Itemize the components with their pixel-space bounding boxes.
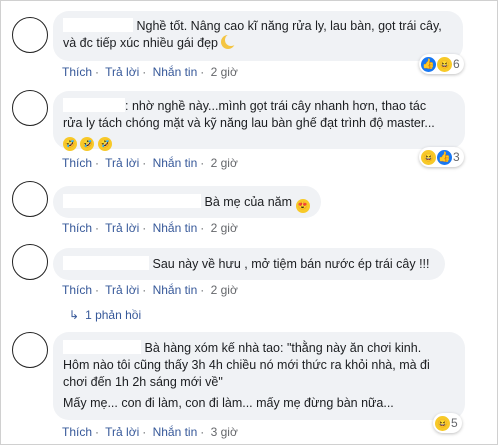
message-button[interactable]: Nhắn tin (153, 221, 198, 235)
reply-arrow-icon: ↳ (69, 308, 80, 322)
emoji-row: 🤣 🤣 🤣 (63, 132, 455, 151)
comment-bubble: Sau này về hưu , mở tiệm bán nước ép trá… (53, 248, 445, 280)
like-icon: 👍 (421, 56, 436, 72)
message-button[interactable]: Nhắn tin (153, 156, 198, 170)
like-button[interactable]: Thích (62, 283, 92, 297)
redacted-author-name (63, 194, 201, 208)
comment-thread: Nghề tốt. Nâng cao kĩ năng rửa ly, lau b… (0, 0, 498, 445)
timestamp[interactable]: 2 giờ (211, 283, 238, 297)
comment-text: chơi đến 1h 2h sáng mới về" (63, 375, 223, 389)
haha-icon: 😆 (421, 149, 436, 165)
message-button[interactable]: Nhắn tin (153, 65, 198, 79)
message-button[interactable]: Nhắn tin (153, 283, 198, 297)
rofl-emoji-icon: 🤣 (97, 137, 112, 151)
replies-count: 1 phản hồi (85, 308, 142, 322)
comment-text: và đc tiếp xúc nhiều gái đẹp (63, 36, 218, 50)
comment-text: Mấy mẹ... con đi làm, con đi làm... mấy … (63, 396, 394, 410)
message-button[interactable]: Nhắn tin (153, 425, 198, 439)
haha-icon: 😆 (435, 415, 450, 431)
like-icon: 👍 (437, 149, 452, 165)
comment-text: Sau này về hưu , mở tiệm bán nước ép trá… (152, 257, 430, 271)
comment-text: Bà mẹ của năm (204, 195, 293, 209)
comment-text: Hôm nào tôi cũng thấy 3h 4h chiều nó mới… (63, 358, 430, 372)
reply-button[interactable]: Trả lời (105, 425, 139, 439)
avatar[interactable] (12, 332, 48, 368)
reaction-count: 3 (453, 150, 460, 164)
haha-icon: 😆 (437, 56, 452, 72)
reaction-count: 6 (453, 57, 460, 71)
timestamp[interactable]: 2 giờ (211, 221, 238, 235)
timestamp[interactable]: 2 giờ (211, 65, 238, 79)
comment-actions: Thích · Trả lời · Nhắn tin · 3 giờ (62, 425, 238, 439)
rofl-emoji-icon: 🤣 (63, 137, 77, 151)
redacted-author-name (63, 18, 133, 32)
reply-button[interactable]: Trả lời (105, 65, 139, 79)
comment-bubble: Bà hàng xóm kế nhà tao: "thằng này ăn ch… (53, 332, 465, 420)
reply-button[interactable]: Trả lời (105, 156, 139, 170)
reaction-summary[interactable]: 😆 5 (433, 413, 462, 433)
comment-bubble: Bà mẹ của năm 😍 (53, 186, 321, 218)
comment-actions: Thích · Trả lời · Nhắn tin · 2 giờ (62, 65, 238, 79)
heart-eyes-emoji-icon: 😍 (295, 199, 310, 213)
comment-text: rửa ly tách chóng mặt và kỹ năng lau bàn… (63, 116, 435, 130)
view-replies-link[interactable]: ↳ 1 phản hồi (69, 308, 141, 322)
reaction-count: 5 (451, 416, 458, 430)
comment-text: Nghề tốt. Nâng cao kĩ năng rửa ly, lau b… (136, 19, 442, 33)
avatar[interactable] (12, 90, 48, 126)
redacted-author-name (63, 256, 149, 270)
avatar[interactable] (12, 244, 48, 280)
reaction-summary[interactable]: 😆 👍 3 (419, 147, 464, 167)
like-button[interactable]: Thích (62, 221, 92, 235)
rofl-emoji-icon: 🤣 (80, 137, 95, 151)
reaction-summary[interactable]: 👍 😆 6 (419, 54, 464, 74)
moon-emoji-icon (221, 34, 238, 49)
like-button[interactable]: Thích (62, 65, 92, 79)
reply-button[interactable]: Trả lời (105, 221, 139, 235)
comment-text: : nhờ nghề này...mình gọt trái cây nhanh… (125, 99, 427, 113)
redacted-author-name (63, 98, 125, 112)
redacted-author-name (63, 340, 141, 354)
like-button[interactable]: Thích (62, 425, 92, 439)
timestamp[interactable]: 2 giờ (211, 156, 238, 170)
avatar[interactable] (12, 181, 48, 217)
avatar[interactable] (12, 17, 48, 53)
comment-bubble: Nghề tốt. Nâng cao kĩ năng rửa ly, lau b… (53, 11, 463, 61)
comment-actions: Thích · Trả lời · Nhắn tin · 2 giờ (62, 221, 238, 235)
comment-actions: Thích · Trả lời · Nhắn tin · 2 giờ (62, 156, 238, 170)
timestamp[interactable]: 3 giờ (211, 425, 238, 439)
like-button[interactable]: Thích (62, 156, 92, 170)
reply-button[interactable]: Trả lời (105, 283, 139, 297)
comment-bubble: : nhờ nghề này...mình gọt trái cây nhanh… (53, 91, 465, 151)
comment-actions: Thích · Trả lời · Nhắn tin · 2 giờ (62, 283, 238, 297)
comment-text: Bà hàng xóm kế nhà tao: "thằng này ăn ch… (144, 341, 422, 355)
